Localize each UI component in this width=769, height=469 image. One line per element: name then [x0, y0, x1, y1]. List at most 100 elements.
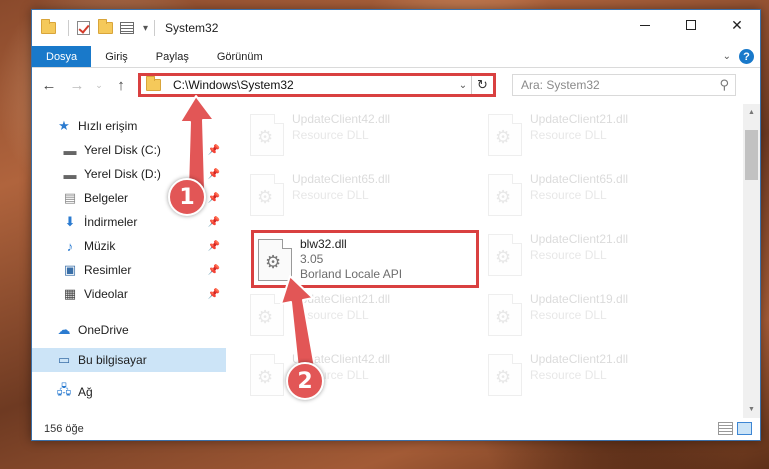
- window-title: System32: [165, 21, 219, 35]
- sidebar-item-label: Videolar: [84, 287, 128, 301]
- up-arrow-icon[interactable]: ↑: [110, 77, 132, 94]
- sidebar-item-label: Yerel Disk (D:): [84, 167, 161, 181]
- file-name: blw32.dll: [300, 237, 347, 251]
- search-input[interactable]: Ara: System32 ⚲: [512, 74, 736, 96]
- sidebar-item-label: Yerel Disk (C:): [84, 143, 161, 157]
- drive-icon: ▬: [63, 142, 77, 158]
- sidebar-item-quick-access[interactable]: ★ Hızlı erişim: [32, 114, 226, 138]
- pin-icon: 📌: [207, 240, 220, 252]
- address-text: C:\Windows\System32: [173, 78, 294, 92]
- file-name: UpdateClient21.dll: [530, 352, 629, 366]
- dll-file-icon: ⚙: [488, 174, 522, 216]
- step-1-badge: 1: [168, 178, 206, 216]
- file-name: UpdateClient21.dll: [530, 112, 629, 126]
- network-icon: 🖧: [56, 382, 72, 397]
- picture-icon: ▣: [63, 262, 77, 277]
- tab-share[interactable]: Paylaş: [142, 46, 203, 67]
- scroll-up-arrow-icon[interactable]: ▲: [743, 104, 760, 121]
- file-description: Resource DLL: [292, 128, 369, 142]
- folder-icon: [40, 19, 56, 36]
- ribbon-right: ⌄ ?: [723, 49, 754, 64]
- dll-file-icon: ⚙: [488, 354, 522, 396]
- refresh-button[interactable]: ↻: [471, 76, 493, 94]
- file-item[interactable]: ⚙ UpdateClient65.dll Resource DLL: [250, 170, 478, 222]
- file-description: Resource DLL: [530, 368, 607, 382]
- dll-file-icon: ⚙: [250, 114, 284, 156]
- search-icon: ⚲: [719, 77, 729, 92]
- sidebar-item-local-disk-c[interactable]: ▬ Yerel Disk (C:) 📌: [32, 138, 226, 162]
- scroll-down-arrow-icon[interactable]: ▼: [743, 401, 760, 418]
- details-view-icon[interactable]: [718, 422, 733, 435]
- sidebar-item-onedrive[interactable]: ☁ OneDrive: [32, 318, 226, 342]
- title-bar: ▾ System32 ✕: [32, 10, 760, 46]
- quick-access-props-icon[interactable]: [119, 20, 135, 36]
- sidebar-item-videos[interactable]: ▦ Videolar 📌: [32, 282, 226, 306]
- properties-check-icon[interactable]: [75, 20, 91, 36]
- file-item[interactable]: ⚙ UpdateClient21.dll Resource DLL: [488, 350, 716, 402]
- file-name: UpdateClient42.dll: [292, 112, 391, 126]
- file-description: Resource DLL: [530, 248, 607, 262]
- navigation-bar: ← → ⌄ ↑ C:\Windows\System32 ⌄ ↻ Ara: Sys…: [32, 68, 760, 102]
- sidebar-item-pictures[interactable]: ▣ Resimler 📌: [32, 258, 226, 282]
- vertical-scrollbar[interactable]: ▲ ▼: [743, 104, 760, 418]
- file-name: UpdateClient19.dll: [530, 292, 629, 306]
- tab-home[interactable]: Giriş: [91, 46, 142, 67]
- sidebar-item-this-pc[interactable]: ▭ Bu bilgisayar: [32, 348, 226, 372]
- pin-icon: 📌: [207, 216, 220, 228]
- star-icon: ★: [58, 118, 70, 133]
- file-description: Resource DLL: [530, 128, 607, 142]
- file-item[interactable]: ⚙ UpdateClient21.dll Resource DLL: [488, 110, 716, 162]
- divider: [68, 20, 69, 36]
- recent-locations-chevron-icon[interactable]: ⌄: [94, 80, 104, 91]
- scroll-thumb[interactable]: [745, 130, 758, 180]
- sidebar-item-label: OneDrive: [78, 323, 129, 337]
- video-icon: ▦: [63, 286, 77, 301]
- file-description: Borland Locale API: [300, 267, 403, 281]
- sidebar-item-network[interactable]: 🖧 Ağ: [32, 380, 226, 404]
- close-button[interactable]: ✕: [714, 10, 760, 40]
- sidebar-item-label: Bu bilgisayar: [78, 353, 147, 367]
- forward-arrow-icon[interactable]: →: [66, 77, 88, 94]
- tab-file[interactable]: Dosya: [32, 46, 92, 67]
- file-name: UpdateClient21.dll: [292, 292, 391, 306]
- dll-file-icon: ⚙: [250, 174, 284, 216]
- dll-file-icon: ⚙: [258, 239, 292, 281]
- minimize-icon: [640, 24, 650, 26]
- minimize-button[interactable]: [622, 10, 668, 40]
- sidebar-item-label: Ağ: [78, 385, 93, 399]
- file-item[interactable]: ⚙ UpdateClient65.dll Resource DLL: [488, 170, 716, 222]
- sidebar-item-music[interactable]: ♪ Müzik 📌: [32, 234, 226, 258]
- expand-ribbon-chevron-icon[interactable]: ⌄: [723, 51, 731, 62]
- sidebar-item-downloads[interactable]: ⬇ İndirmeler 📌: [32, 210, 226, 234]
- view-toggle: [718, 422, 752, 435]
- file-name: UpdateClient65.dll: [530, 172, 629, 186]
- back-arrow-icon[interactable]: ←: [38, 77, 60, 94]
- divider: [154, 20, 156, 36]
- maximize-button[interactable]: [668, 10, 714, 40]
- status-bar: 156 öğe: [32, 418, 760, 440]
- tab-view[interactable]: Görünüm: [203, 46, 277, 67]
- file-item[interactable]: ⚙ UpdateClient42.dll Resource DLL: [250, 350, 478, 402]
- close-icon: ✕: [731, 16, 743, 33]
- ribbon-tabs: Dosya Giriş Paylaş Görünüm ⌄ ?: [32, 46, 760, 68]
- file-item-blw32[interactable]: ⚙ blw32.dll 3.05 Borland Locale API: [258, 235, 486, 287]
- sidebar-item-label: Müzik: [84, 239, 116, 253]
- file-item[interactable]: ⚙ UpdateClient19.dll Resource DLL: [488, 290, 716, 342]
- download-icon: ⬇: [64, 214, 76, 229]
- computer-icon: ▭: [57, 352, 71, 367]
- help-icon[interactable]: ?: [739, 49, 754, 64]
- file-description: Resource DLL: [292, 188, 369, 202]
- highlighted-file-item[interactable]: ⚙ blw32.dll 3.05 Borland Locale API: [251, 230, 479, 288]
- pin-icon: 📌: [207, 288, 220, 300]
- dll-file-icon: ⚙: [488, 234, 522, 276]
- tiles-view-icon[interactable]: [737, 422, 752, 435]
- dll-file-icon: ⚙: [250, 294, 284, 336]
- address-bar[interactable]: C:\Windows\System32: [141, 76, 455, 94]
- customize-toolbar-chevron-icon[interactable]: ▾: [143, 23, 148, 34]
- file-item[interactable]: ⚙ UpdateClient21.dll Resource DLL: [488, 230, 716, 282]
- file-item[interactable]: ⚙ UpdateClient42.dll Resource DLL: [250, 110, 478, 162]
- new-folder-icon[interactable]: [97, 19, 113, 36]
- file-item[interactable]: ⚙ UpdateClient21.dll Resource DLL: [250, 290, 478, 342]
- address-dropdown-chevron-icon[interactable]: ⌄: [455, 80, 471, 91]
